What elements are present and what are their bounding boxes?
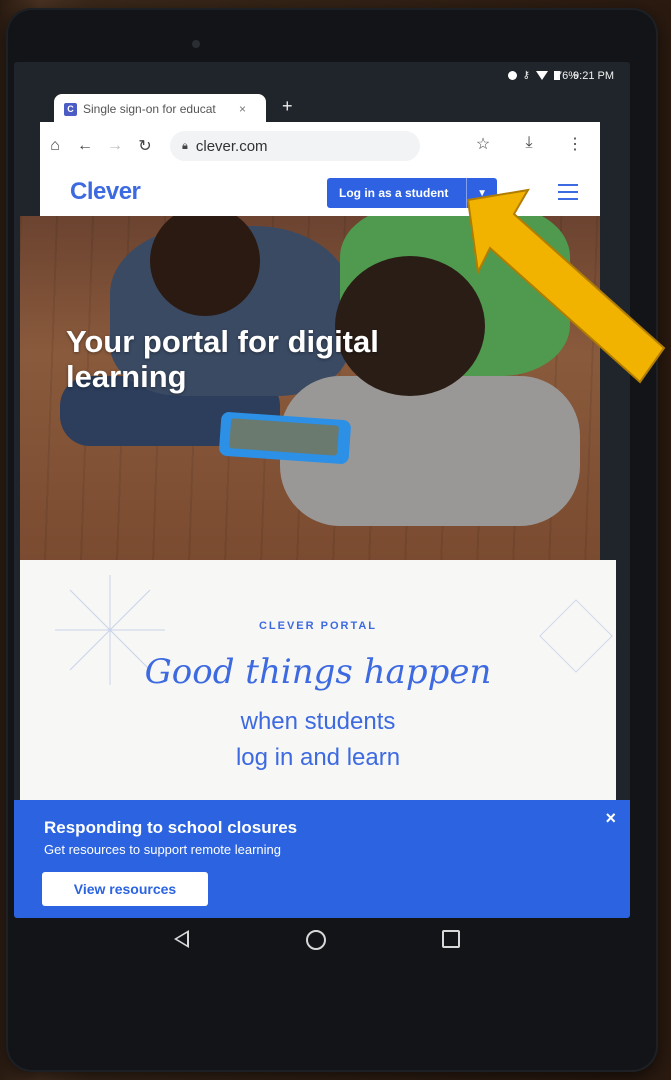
- browser-tab[interactable]: C Single sign-on for educat ×: [54, 94, 266, 124]
- toolbar-actions: ☆ ⤓ ⋮: [468, 134, 590, 154]
- clock: 9:21 PM: [573, 70, 614, 82]
- download-icon[interactable]: ⤓: [514, 134, 544, 154]
- lock-icon: 🔒︎: [182, 139, 188, 152]
- browser-toolbar: ⌂ ← → ↻ 🔒︎ clever.com ☆ ⤓ ⋮: [40, 122, 600, 170]
- photo-tablet: [218, 411, 352, 465]
- portal-line-1: when students: [240, 708, 396, 735]
- new-tab-icon[interactable]: +: [282, 96, 293, 117]
- tab-title: Single sign-on for educat: [83, 102, 216, 116]
- forward-arrow-icon[interactable]: →: [100, 137, 130, 155]
- vpn-key-icon: ⚷: [522, 70, 530, 81]
- tab-strip: C Single sign-on for educat × +: [14, 90, 630, 124]
- tab-close-icon[interactable]: ×: [239, 102, 246, 116]
- login-label: Log in as a student: [339, 186, 449, 200]
- portal-script-heading: Good things happen: [144, 652, 492, 692]
- school-closures-banner: Responding to school closures Get resour…: [14, 800, 630, 918]
- android-nav-bar: [14, 918, 630, 968]
- nav-back-icon[interactable]: [174, 930, 189, 948]
- status-bar: ⚷ 76% 9:21 PM: [14, 62, 630, 90]
- more-menu-icon[interactable]: ⋮: [560, 134, 590, 154]
- portal-section: CLEVER PORTAL Good things happen when st…: [20, 560, 616, 800]
- hero-title: Your portal for digital learning: [66, 324, 379, 394]
- home-icon[interactable]: ⌂: [40, 137, 70, 155]
- bookmark-star-icon[interactable]: ☆: [468, 134, 498, 154]
- nav-recents-icon[interactable]: [442, 930, 460, 948]
- reload-icon[interactable]: ↻: [130, 136, 160, 156]
- wifi-icon: [536, 71, 548, 80]
- banner-title: Responding to school closures: [44, 818, 298, 837]
- clever-favicon-icon: C: [64, 102, 77, 116]
- address-bar[interactable]: 🔒︎ clever.com: [170, 131, 420, 161]
- view-resources-button[interactable]: View resources: [42, 872, 208, 906]
- close-icon[interactable]: ×: [605, 808, 616, 829]
- front-camera: [192, 40, 200, 48]
- clever-logo[interactable]: Clever: [70, 178, 141, 206]
- back-arrow-icon[interactable]: ←: [70, 137, 100, 155]
- banner-subtitle: Get resources to support remote learning: [44, 842, 282, 857]
- portal-eyebrow: CLEVER PORTAL: [258, 620, 378, 632]
- portal-line-2: log in and learn: [235, 744, 401, 771]
- status-icons: ⚷: [507, 70, 560, 81]
- nav-home-icon[interactable]: [306, 930, 326, 950]
- url-text: clever.com: [195, 137, 268, 155]
- do-not-disturb-icon: [507, 71, 517, 80]
- yellow-arrow-annotation: [466, 188, 666, 384]
